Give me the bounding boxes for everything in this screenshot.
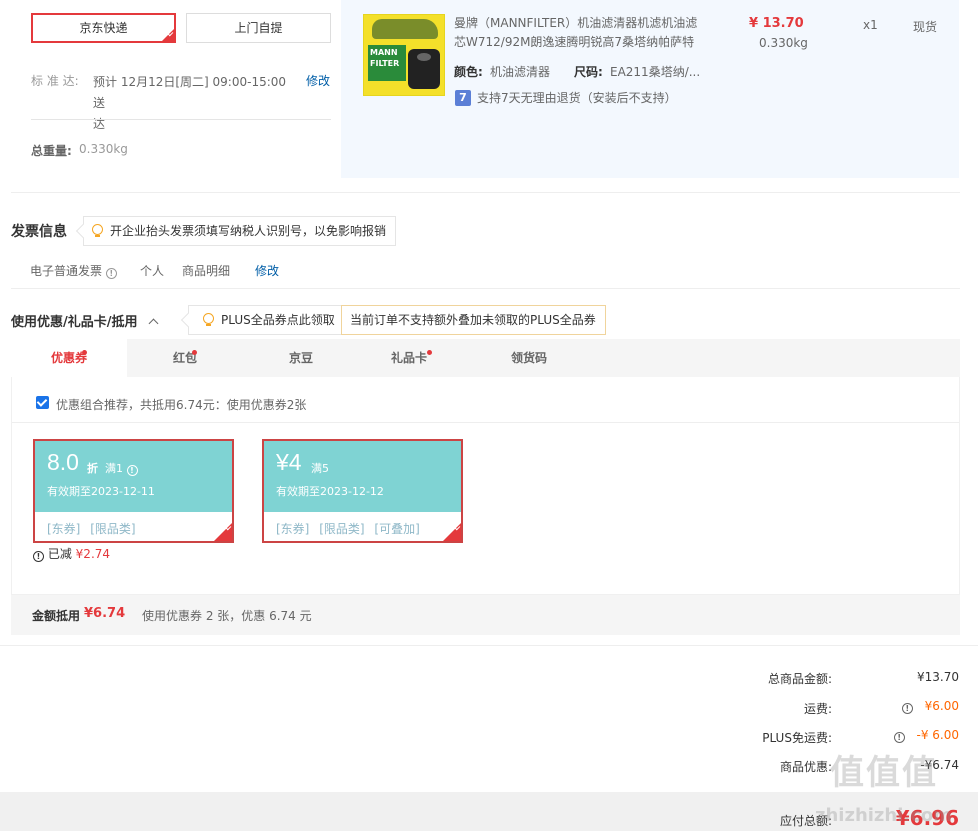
pickup-label: 上门自提 xyxy=(234,21,283,35)
coupon-tags: [东券] [限品类] xyxy=(47,522,136,536)
combo-checkbox[interactable] xyxy=(36,396,49,409)
stock-status: 现货 xyxy=(913,20,938,34)
section-divider xyxy=(0,645,978,646)
summary-label: 金额抵用 xyxy=(32,609,81,623)
freight-label: 运费: xyxy=(803,702,832,716)
modify-invoice-link[interactable]: 修改 xyxy=(255,262,279,279)
delivery-time: 预计 12月12日[周二] 09:00-15:00 送 达 xyxy=(93,75,287,131)
product-qty: x1 xyxy=(863,18,878,32)
size-value: EA211桑塔纳/... xyxy=(610,65,701,79)
modify-delivery-link[interactable]: 修改 xyxy=(306,72,330,89)
product-price: ¥ 13.70 xyxy=(749,16,804,31)
section-divider xyxy=(11,288,960,289)
oil-filter-graphic xyxy=(408,49,440,89)
jd-express-label: 京东快递 xyxy=(79,21,128,35)
summary-text: 使用优惠券 2 张，优惠 6.74 元 xyxy=(142,609,312,623)
coupon-value: 8.0 xyxy=(47,449,79,475)
coupon-top: 8.0 折 满1 ! 有效期至2023-12-11 xyxy=(35,441,232,512)
invoice-title: 发票信息 xyxy=(11,224,67,240)
product-weight: 0.330kg xyxy=(759,36,808,50)
payable-label: 应付总额: xyxy=(779,814,832,828)
coupon-value: ¥4 xyxy=(276,449,302,475)
plus-free-label: PLUS免运费: xyxy=(762,731,832,745)
chevron-up-icon xyxy=(148,318,159,329)
new-dot xyxy=(82,350,87,355)
invoice-detail: 商品明细 xyxy=(182,264,231,278)
tab-jd-beans[interactable]: 京豆 xyxy=(243,339,359,377)
coupon-card[interactable]: 8.0 折 满1 ! 有效期至2023-12-11 [东券] [限品类] xyxy=(33,439,234,543)
info-icon[interactable]: ! xyxy=(901,703,913,714)
freight-value: ! ¥6.00 xyxy=(860,699,959,714)
invoice-type: 电子普通发票 ! xyxy=(30,262,117,279)
invoice-tip: 开企业抬头发票须填写纳税人识别号，以免影响报销 xyxy=(75,216,397,246)
product-box-graphic: MANN FILTER xyxy=(368,45,406,81)
tab-gift-card[interactable]: 礼品卡 xyxy=(351,339,467,377)
info-icon: ! xyxy=(33,551,44,562)
coupon-expiry: 有效期至2023-12-12 xyxy=(276,485,384,498)
product-title[interactable]: 曼牌（MANNFILTER）机油滤清器机滤机油滤 芯W712/92M朗逸速腾明锐… xyxy=(454,14,714,52)
info-icon[interactable]: ! xyxy=(126,465,138,476)
selected-check-icon xyxy=(214,523,232,541)
coupon-condition: 满5 xyxy=(311,462,329,475)
tip-arrow xyxy=(75,223,91,239)
goods-total-label: 总商品金额: xyxy=(767,672,832,686)
plus-coupon-note: 当前订单不支持额外叠加未领取的PLUS全品券 xyxy=(341,305,606,335)
watermark-logo: 值值值 xyxy=(830,753,938,793)
coupon-card[interactable]: ¥4 满5 有效期至2023-12-12 [东券] [限品类] [可叠加] xyxy=(262,439,463,543)
combo-text: 优惠组合推荐，共抵用6.74元：使用优惠券2张 xyxy=(56,398,307,412)
coupon-condition: 满1 ! xyxy=(105,460,138,476)
discount-tabs: 优惠券 红包 京豆 礼品卡 领货码 xyxy=(11,339,960,377)
discount-summary-bar: 金额抵用 ¥6.74 使用优惠券 2 张，优惠 6.74 元 xyxy=(11,595,960,635)
goods-total-value: ¥13.70 xyxy=(917,670,959,684)
product-image[interactable]: MANN FILTER xyxy=(363,14,445,96)
tab-coupon[interactable]: 优惠券 xyxy=(11,339,127,377)
new-dot xyxy=(192,350,197,355)
coupon-expiry: 有效期至2023-12-11 xyxy=(47,485,155,498)
shipping-panel: 京东快递 上门自提 标 准 达: 预计 12月12日[周二] 09:00-15:… xyxy=(11,0,341,178)
coupon-top: ¥4 满5 有效期至2023-12-12 xyxy=(264,441,461,512)
weight-value: 0.330kg xyxy=(79,142,128,156)
color-label: 颜色: xyxy=(454,65,483,79)
tip-arrow xyxy=(180,312,196,328)
lightbulb-icon xyxy=(203,313,214,327)
jd-express-button[interactable]: 京东快递 xyxy=(31,13,176,43)
section-divider xyxy=(11,192,960,193)
selected-check-icon xyxy=(443,523,461,541)
new-dot xyxy=(427,350,432,355)
return-7day-icon: 7 xyxy=(455,90,471,106)
invoice-person: 个人 xyxy=(140,264,165,278)
tab-red-packet[interactable]: 红包 xyxy=(127,339,243,377)
selected-check-icon xyxy=(162,29,174,41)
watermark-site: zhizhizhi.com xyxy=(815,805,953,826)
standard-label: 标 准 达: xyxy=(31,74,79,88)
summary-value: ¥6.74 xyxy=(84,606,126,621)
coupon-unit: 折 xyxy=(87,462,98,475)
return-policy-text: 支持7天无理由退货（安装后不支持） xyxy=(477,91,677,105)
divider xyxy=(12,422,959,423)
color-value: 机油滤清器 xyxy=(490,65,551,79)
info-icon[interactable]: ! xyxy=(105,268,117,279)
lightbulb-icon xyxy=(92,224,103,238)
promo-label: 商品优惠: xyxy=(779,760,832,774)
size-label: 尺码: xyxy=(574,65,603,79)
tab-redeem-code[interactable]: 领货码 xyxy=(471,339,587,377)
info-icon[interactable]: ! xyxy=(893,732,905,743)
discount-title[interactable]: 使用优惠/礼品卡/抵用 xyxy=(11,311,159,330)
product-panel: MANN FILTER 曼牌（MANNFILTER）机油滤清器机滤机油滤 芯W7… xyxy=(341,0,959,178)
weight-label: 总重量: xyxy=(31,144,72,158)
coupon-tags: [东券] [限品类] [可叠加] xyxy=(276,522,420,536)
pickup-button[interactable]: 上门自提 xyxy=(186,13,331,43)
divider xyxy=(31,119,331,120)
plus-free-value: ! -¥ 6.00 xyxy=(860,728,959,743)
plus-coupon-tip[interactable]: PLUS全品券点此领取 xyxy=(180,305,345,335)
car-graphic xyxy=(372,19,438,39)
coupon-saved: ! 已减 ¥2.74 xyxy=(33,545,110,562)
